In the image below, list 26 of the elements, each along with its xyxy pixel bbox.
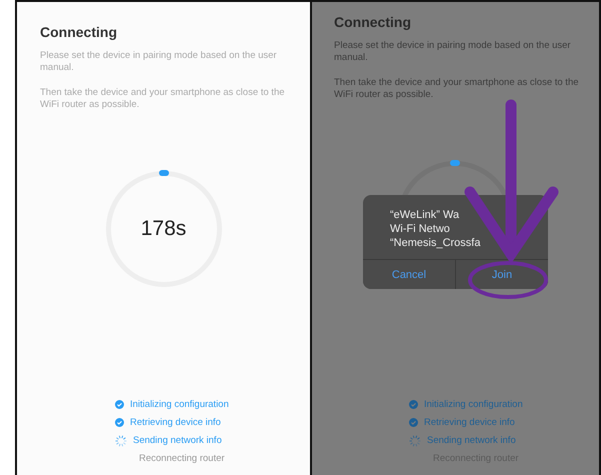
screen-title: Connecting [334, 14, 412, 30]
check-icon [115, 418, 124, 427]
instruction-text: Then take the device and your smartphone as close to the WiFi router as possible. [334, 77, 580, 101]
step-label: Sending network info [427, 435, 516, 446]
instruction-text: Then take the device and your smartphone as close to the WiFi router as possible. [40, 87, 286, 111]
instruction-text: Please set the device in pairing mode based on the user manual. [40, 50, 278, 74]
dialog-message: “eWeLink” Wa [390, 209, 460, 221]
check-icon [409, 418, 418, 427]
step-label: Reconnecting router [139, 453, 225, 464]
check-icon [409, 400, 418, 409]
spinner-icon [409, 434, 421, 446]
dialog-message: Wi-Fi Netwo [390, 223, 451, 235]
countdown-timer: 178s [140, 217, 186, 241]
step-label: Initializing configuration [424, 399, 523, 410]
progress-indicator [158, 170, 168, 176]
cancel-button[interactable]: Cancel [363, 260, 456, 289]
spinner-icon [115, 434, 127, 446]
step-label: Sending network info [133, 435, 222, 446]
step-label: Retrieving device info [130, 417, 221, 428]
step-label: Initializing configuration [130, 399, 229, 410]
dialog-message: “Nemesis_Crossfa [390, 237, 482, 249]
check-icon [115, 400, 124, 409]
step-label: Retrieving device info [424, 417, 515, 428]
progress-indicator [450, 160, 460, 166]
instruction-text: Please set the device in pairing mode based on the user manual. [334, 40, 572, 64]
screen-title: Connecting [40, 24, 118, 40]
